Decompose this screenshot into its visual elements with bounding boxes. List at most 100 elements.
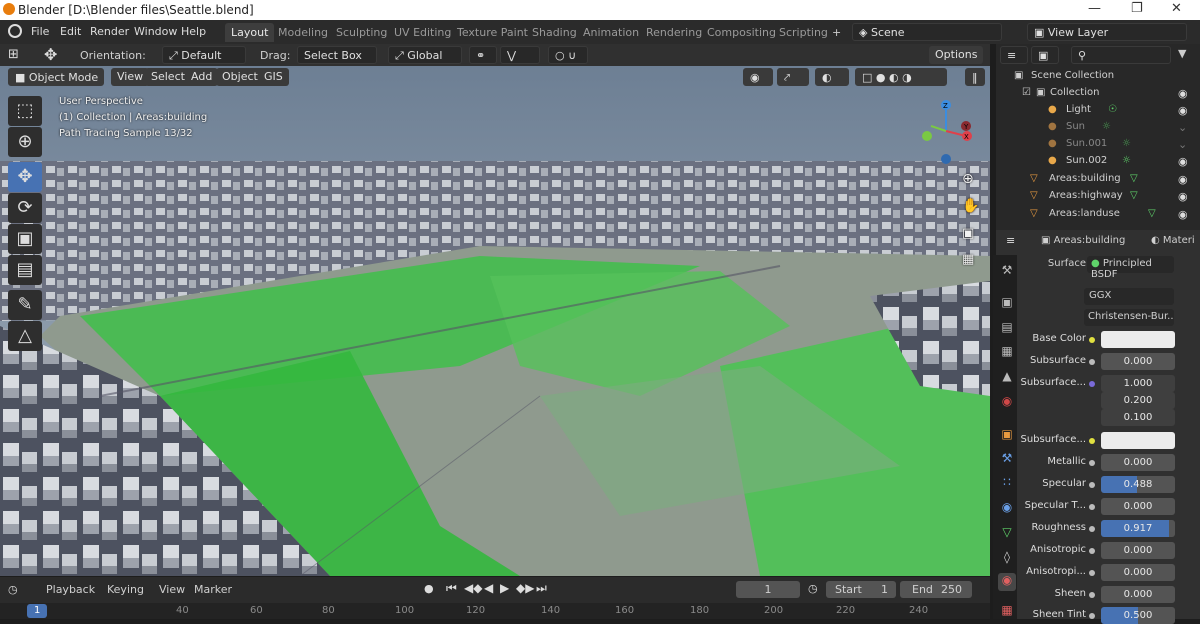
distribution-dropdown[interactable]: GGX <box>1084 288 1174 305</box>
menu-playback[interactable]: Playback <box>46 583 95 596</box>
texture-tab-icon[interactable]: ▦ <box>998 603 1016 621</box>
outliner-item-areas-highway[interactable]: ▽ Areas:highway ▽ <box>996 188 1200 205</box>
menu-object[interactable]: Object <box>216 68 264 86</box>
maximize-button[interactable]: ❐ <box>1131 1 1143 16</box>
transform-orientation-dropdown[interactable]: ⤢ Global <box>388 46 462 64</box>
timeline-editor-type-icon[interactable]: ◷ <box>8 583 18 596</box>
property-value-field[interactable]: 0.500 <box>1101 607 1175 624</box>
end-frame-field[interactable]: End 250 <box>900 581 972 598</box>
editor-type-icon[interactable]: ⊞ <box>8 47 19 62</box>
surface-shader-field[interactable]: ● Principled BSDF <box>1087 256 1174 280</box>
measure-tool-icon[interactable]: △ <box>8 321 42 351</box>
property-value-field[interactable]: 0.000 <box>1101 564 1175 581</box>
tab-shading[interactable]: Shading <box>526 23 583 42</box>
property-value-field[interactable]: 0.000 <box>1101 353 1175 370</box>
3d-viewport[interactable]: User Perspective (1) Collection | Areas:… <box>0 66 990 576</box>
property-value-field[interactable]: 0.200 <box>1101 392 1175 409</box>
output-tab-icon[interactable]: ▤ <box>998 320 1016 338</box>
menu-marker[interactable]: Marker <box>194 583 232 596</box>
tab-modeling[interactable]: Modeling <box>272 23 334 42</box>
gizmo-toggle-icon[interactable]: ⤤ <box>777 68 809 86</box>
display-mode-icon[interactable]: ▣ <box>1031 46 1059 64</box>
object-tab-icon[interactable]: ▣ <box>998 427 1016 445</box>
menu-render[interactable]: Render <box>90 25 129 38</box>
visibility-icon[interactable]: ◉ <box>743 68 773 86</box>
property-value-field[interactable]: 0.488 <box>1101 476 1175 493</box>
render-tab-icon[interactable]: ▣ <box>998 295 1016 313</box>
object-data-tab-icon[interactable]: ▽ <box>998 525 1016 543</box>
menu-file[interactable]: File <box>31 25 49 38</box>
close-button[interactable]: ✕ <box>1171 1 1182 16</box>
subsurface-color-field[interactable] <box>1101 432 1175 449</box>
scene-tab-icon[interactable]: ▲ <box>998 369 1016 387</box>
mode-dropdown[interactable]: ■ Object Mode <box>8 68 104 86</box>
tab-layout[interactable]: Layout <box>225 23 275 42</box>
property-value-field[interactable]: 0.100 <box>1101 409 1175 426</box>
socket-dot-icon[interactable] <box>1089 504 1095 510</box>
socket-dot-icon[interactable] <box>1089 460 1095 466</box>
start-frame-field[interactable]: Start 1 <box>826 581 896 598</box>
material-tab-icon[interactable]: ◉ <box>998 573 1016 591</box>
cursor-tool-icon[interactable]: ⊕ <box>8 127 42 157</box>
property-value-field[interactable]: 0.000 <box>1101 586 1175 603</box>
properties-editor-type-icon[interactable]: ≡ <box>1000 232 1028 250</box>
visibility-eye-icon[interactable]: ◉ <box>1178 155 1188 168</box>
world-tab-icon[interactable]: ◉ <box>998 394 1016 412</box>
outliner-item-scene-collection[interactable]: ▣ Scene Collection <box>996 68 1200 85</box>
snap-toggle-icon[interactable]: ⋁ <box>500 46 540 64</box>
outliner-editor-type-icon[interactable]: ≡ <box>1000 46 1028 64</box>
options-button[interactable]: Options <box>929 46 984 64</box>
zoom-icon[interactable]: ⊕ <box>962 171 974 187</box>
socket-dot-icon[interactable] <box>1089 613 1095 619</box>
socket-dot-icon[interactable] <box>1089 548 1095 554</box>
visibility-eye-icon[interactable]: ◉ <box>1178 87 1188 100</box>
pan-hand-icon[interactable]: ✋ <box>962 198 979 214</box>
next-keyframe-icon[interactable]: ◆▶ <box>516 581 534 595</box>
select-box-tool-icon[interactable]: ⬚ <box>8 96 42 126</box>
property-value-field[interactable]: 0.000 <box>1101 454 1175 471</box>
add-workspace-button[interactable]: + <box>826 23 847 42</box>
socket-dot-icon[interactable] <box>1089 592 1095 598</box>
outliner-item-areas-landuse[interactable]: ▽ Areas:landuse ▽ <box>996 206 1200 223</box>
menu-view[interactable]: View <box>111 68 150 86</box>
tab-scripting[interactable]: Scripting <box>773 23 834 42</box>
scale-tool-icon[interactable]: ▣ <box>8 224 42 254</box>
navigation-gizmo[interactable]: Z X Y <box>911 96 981 166</box>
menu-edit[interactable]: Edit <box>60 25 81 38</box>
shading-mode-icons[interactable]: □ ● ◐ ◑ <box>855 68 947 86</box>
rotate-tool-icon[interactable]: ⟳ <box>8 193 42 223</box>
socket-dot-icon[interactable] <box>1089 438 1095 444</box>
view-layer-selector[interactable]: ▣ View Layer <box>1027 23 1187 41</box>
visibility-eye-icon[interactable]: ◉ <box>1178 190 1188 203</box>
socket-dot-icon[interactable] <box>1089 359 1095 365</box>
annotate-tool-icon[interactable]: ✎ <box>8 290 42 320</box>
current-frame-field[interactable]: 1 <box>736 581 800 598</box>
menu-help[interactable]: Help <box>181 25 206 38</box>
outliner-item-sun[interactable]: ● Sun ☼ <box>996 119 1200 136</box>
menu-gis[interactable]: GIS <box>258 68 289 86</box>
visibility-eye-icon[interactable]: ◉ <box>1178 173 1188 186</box>
menu-view[interactable]: View <box>159 583 185 596</box>
hidden-eye-icon[interactable]: ⌄ <box>1178 121 1187 134</box>
socket-dot-icon[interactable] <box>1089 482 1095 488</box>
modifier-tab-icon[interactable]: ⚒ <box>998 451 1016 469</box>
play-reverse-icon[interactable]: ◀ <box>484 581 493 595</box>
outliner-item-areas-building[interactable]: ▽ Areas:building ▽ <box>996 171 1200 188</box>
view-layer-tab-icon[interactable]: ▦ <box>998 344 1016 362</box>
base-color-field[interactable] <box>1101 331 1175 348</box>
socket-dot-icon[interactable] <box>1089 570 1095 576</box>
tab-compositing[interactable]: Compositing <box>701 23 782 42</box>
transform-move-icon[interactable]: ✥ <box>44 45 57 64</box>
outliner-item-light[interactable]: ● Light ☉ <box>996 102 1200 119</box>
scene-selector[interactable]: ◈ Scene <box>852 23 1002 41</box>
property-value-field[interactable]: 0.000 <box>1101 498 1175 515</box>
socket-dot-icon[interactable] <box>1089 381 1095 387</box>
prev-keyframe-icon[interactable]: ◀◆ <box>464 581 482 595</box>
tab-sculpting[interactable]: Sculpting <box>330 23 393 42</box>
tab-rendering[interactable]: Rendering <box>640 23 708 42</box>
minimize-button[interactable]: — <box>1088 1 1101 16</box>
property-value-field[interactable]: 0.917 <box>1101 520 1175 537</box>
transform-tool-icon[interactable]: ▤ <box>8 255 42 285</box>
camera-view-icon[interactable]: ▣ <box>962 226 974 241</box>
outliner-search-input[interactable]: ⚲ <box>1071 46 1171 64</box>
